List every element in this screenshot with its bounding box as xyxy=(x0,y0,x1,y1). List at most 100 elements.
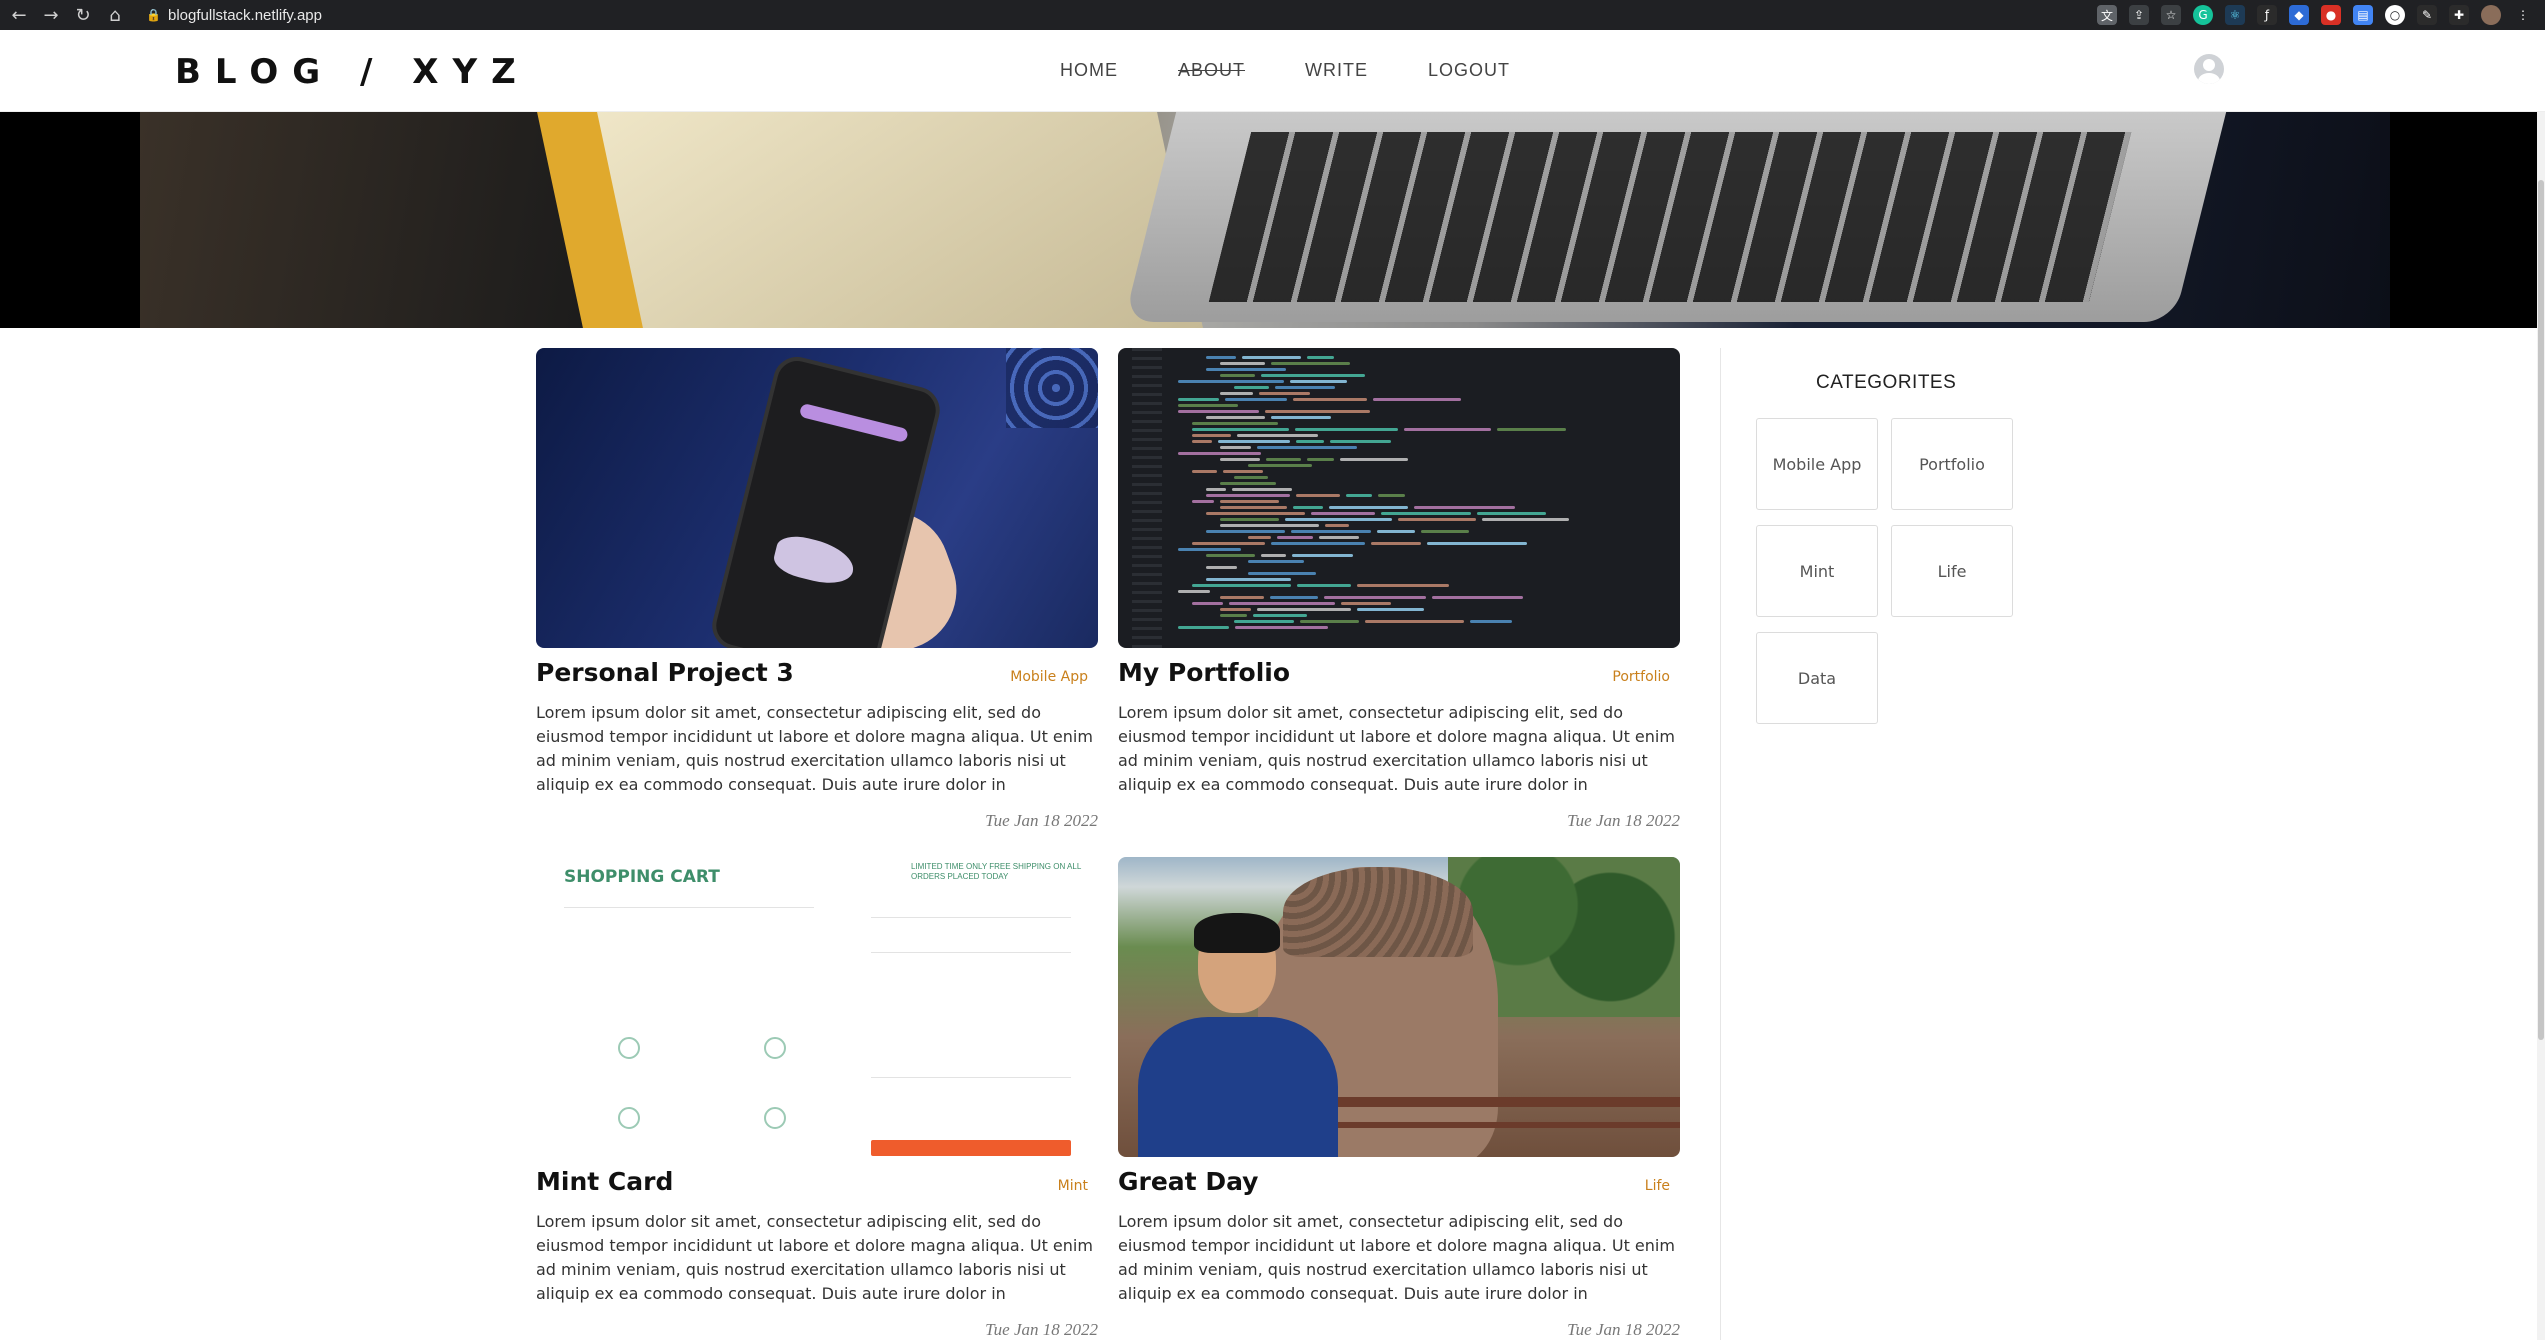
code-token xyxy=(1324,596,1426,599)
category-data[interactable]: Data xyxy=(1756,632,1878,724)
code-token xyxy=(1220,374,1255,377)
code-token xyxy=(1248,572,1316,575)
nav-write[interactable]: WRITE xyxy=(1305,60,1368,81)
code-token xyxy=(1206,356,1236,359)
post-title[interactable]: My Portfolio xyxy=(1118,658,1290,687)
site-logo[interactable]: BLOG / XYZ xyxy=(175,52,530,92)
address-bar[interactable]: 🔒 blogfullstack.netlify.app xyxy=(140,3,2040,27)
code-token xyxy=(1296,494,1340,497)
nav-about[interactable]: ABOUT xyxy=(1178,60,1245,81)
code-token xyxy=(1319,536,1359,539)
code-token xyxy=(1192,584,1291,587)
code-token xyxy=(1220,362,1265,365)
code-token xyxy=(1220,518,1279,521)
post-category[interactable]: Life xyxy=(1645,1178,1670,1194)
post-title[interactable]: Great Day xyxy=(1118,1167,1258,1196)
cart-rule xyxy=(871,1077,1071,1078)
home-icon[interactable]: ⌂ xyxy=(102,2,128,28)
hero-image xyxy=(0,112,2545,328)
code-token xyxy=(1295,428,1398,431)
code-token xyxy=(1220,458,1260,461)
code-token xyxy=(1292,554,1353,557)
post-title-row: Mint Card Mint xyxy=(536,1167,1098,1196)
category-mobile-app[interactable]: Mobile App xyxy=(1756,418,1878,510)
formula-icon[interactable]: ƒ xyxy=(2257,5,2277,25)
code-token xyxy=(1235,626,1328,629)
menu-icon[interactable]: ⋮ xyxy=(2513,5,2533,25)
code-token xyxy=(1220,506,1287,509)
phone-map xyxy=(770,531,859,590)
code-token xyxy=(1178,626,1229,629)
category-life[interactable]: Life xyxy=(1891,525,2013,617)
user-avatar-icon[interactable] xyxy=(2194,54,2224,84)
post-image[interactable] xyxy=(1118,348,1680,648)
post-image[interactable] xyxy=(1118,857,1680,1157)
pen-icon[interactable]: ✎ xyxy=(2417,5,2437,25)
post-card[interactable]: SHOPPING CART LIMITED TIME ONLY FREE SHI… xyxy=(536,857,1098,1340)
code-token xyxy=(1206,512,1305,515)
code-token xyxy=(1329,506,1408,509)
post-card[interactable]: Personal Project 3 Mobile App Lorem ipsu… xyxy=(536,348,1098,831)
code-token xyxy=(1192,422,1278,425)
profile-icon[interactable] xyxy=(2481,5,2501,25)
share-icon[interactable]: ⇪ xyxy=(2129,5,2149,25)
forward-icon[interactable]: → xyxy=(38,2,64,28)
code-gutter xyxy=(1132,348,1162,648)
code-token xyxy=(1248,464,1312,467)
code-token xyxy=(1248,536,1271,539)
code-token xyxy=(1206,578,1291,581)
post-image[interactable] xyxy=(536,348,1098,648)
code-token xyxy=(1220,524,1319,527)
post-category[interactable]: Mint xyxy=(1058,1178,1088,1194)
circle-icon[interactable]: ○ xyxy=(2385,5,2405,25)
post-card[interactable]: My Portfolio Portfolio Lorem ipsum dolor… xyxy=(1118,348,1680,831)
code-token xyxy=(1192,500,1214,503)
code-lines xyxy=(1178,356,1658,640)
extension-icons: 文 ⇪ ☆ G ⚛ ƒ ◆ ● ▤ ○ ✎ ✚ ⋮ xyxy=(2097,5,2533,25)
lock-icon xyxy=(764,1037,786,1059)
post-image[interactable]: SHOPPING CART LIMITED TIME ONLY FREE SHI… xyxy=(536,857,1098,1157)
post-category[interactable]: Portfolio xyxy=(1612,669,1670,685)
ublock-icon[interactable]: ◆ xyxy=(2289,5,2309,25)
star-icon[interactable]: ☆ xyxy=(2161,5,2181,25)
code-token xyxy=(1285,518,1392,521)
code-token xyxy=(1398,518,1476,521)
code-token xyxy=(1192,440,1212,443)
code-token xyxy=(1482,518,1569,521)
code-token xyxy=(1470,620,1512,623)
notes-icon[interactable]: ▤ xyxy=(2353,5,2373,25)
code-token xyxy=(1297,584,1351,587)
nav-home[interactable]: HOME xyxy=(1060,60,1118,81)
code-token xyxy=(1373,398,1461,401)
category-portfolio[interactable]: Portfolio xyxy=(1891,418,2013,510)
code-token xyxy=(1206,554,1255,557)
post-title[interactable]: Mint Card xyxy=(536,1167,673,1196)
code-token xyxy=(1178,548,1241,551)
reload-icon[interactable]: ↻ xyxy=(70,2,96,28)
code-token xyxy=(1421,530,1469,533)
code-token xyxy=(1259,392,1310,395)
code-token xyxy=(1330,440,1391,443)
post-category[interactable]: Mobile App xyxy=(1010,669,1088,685)
cart-rule xyxy=(871,917,1071,918)
scrollbar-thumb[interactable] xyxy=(2538,180,2544,1040)
cart-rule xyxy=(564,907,814,908)
code-token xyxy=(1265,410,1370,413)
post-title[interactable]: Personal Project 3 xyxy=(536,658,794,687)
translate-icon[interactable]: 文 xyxy=(2097,5,2117,25)
sidebar-divider xyxy=(1720,348,1721,1340)
react-icon[interactable]: ⚛ xyxy=(2225,5,2245,25)
post-title-row: My Portfolio Portfolio xyxy=(1118,658,1680,687)
puzzle-icon[interactable]: ✚ xyxy=(2449,5,2469,25)
ext-icon[interactable]: ● xyxy=(2321,5,2341,25)
back-icon[interactable]: ← xyxy=(6,2,32,28)
category-mint[interactable]: Mint xyxy=(1756,525,1878,617)
photo-railing xyxy=(1298,1122,1680,1128)
card-icon xyxy=(618,1107,640,1129)
code-token xyxy=(1261,374,1365,377)
post-date: Tue Jan 18 2022 xyxy=(1567,1320,1680,1339)
nav-logout[interactable]: LOGOUT xyxy=(1428,60,1510,81)
code-token xyxy=(1357,584,1449,587)
grammarly-icon[interactable]: G xyxy=(2193,5,2213,25)
post-card[interactable]: Great Day Life Lorem ipsum dolor sit ame… xyxy=(1118,857,1680,1340)
